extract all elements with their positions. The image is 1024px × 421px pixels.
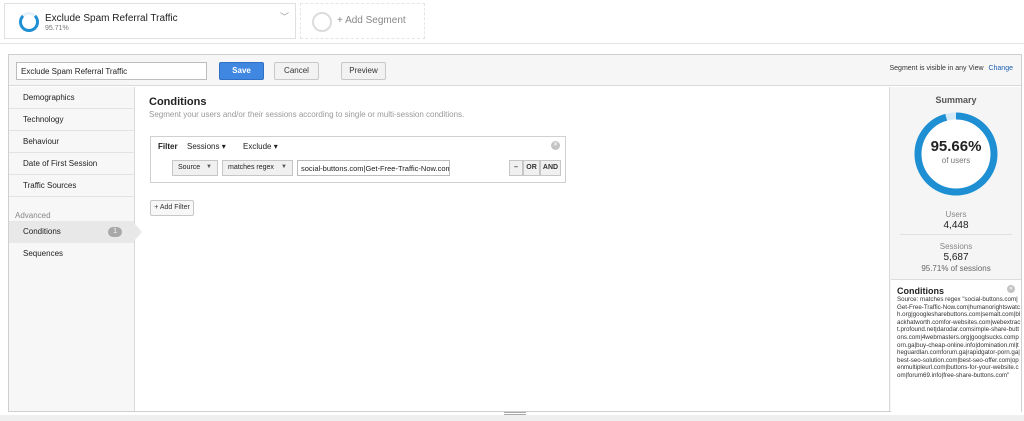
visibility-text: Segment is visible in any View xyxy=(889,65,984,72)
sessions-value: 5,687 xyxy=(943,252,969,263)
filter-label: Filter xyxy=(158,142,178,151)
or-button[interactable]: OR xyxy=(523,160,540,176)
add-segment-label[interactable]: + Add Segment xyxy=(337,15,406,26)
summary-panel: Summary 95.66% of users Users 4,448 Sess… xyxy=(889,87,1021,421)
preview-button[interactable]: Preview xyxy=(341,62,386,80)
conditions-count-badge: 1 xyxy=(108,227,122,237)
operator-select[interactable]: matches regex ▼ xyxy=(222,160,293,176)
filter-row: Filter Sessions ▾ Exclude ▾ ✕ Source ▼ m… xyxy=(150,136,566,183)
visibility-note: Segment is visible in any View Change xyxy=(889,65,1013,72)
page-description: Segment your users and/or their sessions… xyxy=(149,110,465,119)
users-label: Users xyxy=(945,210,967,219)
editor-toolbar: Save Cancel Preview Segment is visible i… xyxy=(9,55,1021,86)
remove-condition-button[interactable]: – xyxy=(509,160,523,176)
cancel-button[interactable]: Cancel xyxy=(274,62,319,80)
bottom-strip xyxy=(0,415,1024,421)
close-icon[interactable]: ✕ xyxy=(551,141,560,150)
caret-down-icon: ▾ xyxy=(273,142,278,151)
add-segment-card[interactable]: + Add Segment xyxy=(300,3,425,39)
save-button[interactable]: Save xyxy=(219,62,264,80)
segment-name-input[interactable] xyxy=(16,62,207,80)
nav-item-sequences[interactable]: Sequences xyxy=(9,243,134,265)
segment-percent: 95.71% xyxy=(45,25,69,32)
change-link[interactable]: Change xyxy=(988,65,1013,72)
dimension-value: Source xyxy=(178,164,201,171)
dimension-select[interactable]: Source ▼ xyxy=(172,160,218,176)
caret-down-icon: ▼ xyxy=(281,164,287,170)
and-button[interactable]: AND xyxy=(540,160,561,176)
active-segment-card[interactable]: Exclude Spam Referral Traffic 95.71% ﹀ xyxy=(4,3,296,39)
filter-scope-select[interactable]: Sessions ▾ xyxy=(187,142,226,151)
nav-item-label: Conditions xyxy=(23,227,61,236)
summary-divider xyxy=(900,234,1012,235)
segment-progress-ring xyxy=(19,12,39,32)
users-percent: 95.66% xyxy=(930,138,982,155)
segment-title: Exclude Spam Referral Traffic xyxy=(45,13,178,24)
filter-value-input[interactable]: social-buttons.com|Get-Free-Traffic-Now.… xyxy=(297,160,450,176)
filter-scope-value: Sessions xyxy=(187,142,220,151)
sessions-percent: 95.71% of sessions xyxy=(921,264,991,273)
filter-mode-value: Exclude xyxy=(243,142,272,151)
summary-conditions: Conditions ✕ Source: matches regex "soci… xyxy=(891,279,1021,421)
segment-editor: Save Cancel Preview Segment is visible i… xyxy=(8,54,1022,421)
of-users-label: of users xyxy=(941,156,971,165)
caret-down-icon: ▼ xyxy=(206,164,212,170)
nav-item-traffic-sources[interactable]: Traffic Sources xyxy=(9,175,134,197)
empty-segment-ring xyxy=(312,12,332,32)
segment-nav: Demographics Technology Behaviour Date o… xyxy=(9,87,142,411)
summary-conditions-title: Conditions xyxy=(897,286,944,296)
nav-item-conditions[interactable]: Conditions 1 xyxy=(9,221,142,243)
conditions-panel: Conditions Segment your users and/or the… xyxy=(136,87,888,411)
nav-item-technology[interactable]: Technology xyxy=(9,109,134,131)
sessions-label: Sessions xyxy=(939,242,973,251)
operator-value: matches regex xyxy=(228,164,274,171)
summary-conditions-text: Source: matches regex "social-buttons.co… xyxy=(897,296,1021,379)
users-value: 4,448 xyxy=(943,220,969,231)
advanced-heading: Advanced xyxy=(15,211,51,220)
page-title: Conditions xyxy=(149,96,207,108)
chevron-down-icon[interactable]: ﹀ xyxy=(280,10,289,23)
nav-item-behaviour[interactable]: Behaviour xyxy=(9,131,134,153)
caret-down-icon: ▾ xyxy=(221,142,226,151)
nav-item-demographics[interactable]: Demographics xyxy=(9,87,134,109)
summary-title: Summary xyxy=(935,95,977,105)
nav-item-date-of-first-session[interactable]: Date of First Session xyxy=(9,153,134,175)
filter-mode-select[interactable]: Exclude ▾ xyxy=(243,142,278,151)
add-filter-button[interactable]: + Add Filter xyxy=(150,200,194,216)
segment-bar: Exclude Spam Referral Traffic 95.71% ﹀ +… xyxy=(0,0,1024,44)
close-icon[interactable]: ✕ xyxy=(1007,285,1015,293)
